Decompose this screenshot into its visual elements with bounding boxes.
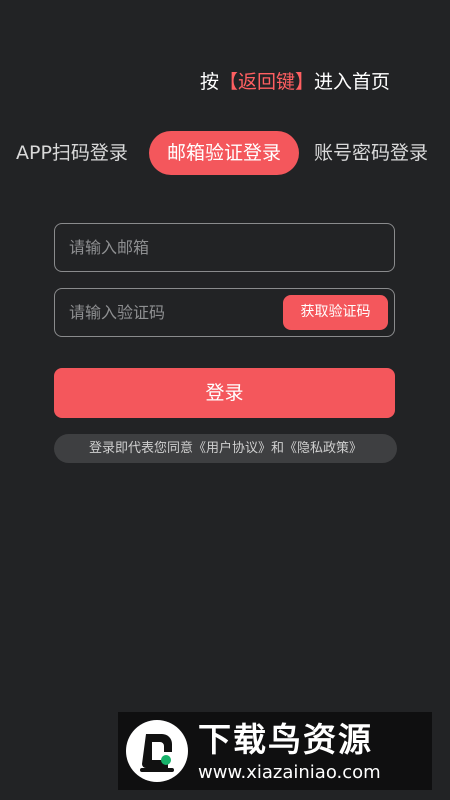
bird-logo-icon	[126, 720, 188, 782]
agreement-and: 和	[271, 441, 285, 456]
tab-email-verify-login[interactable]: 邮箱验证登录	[149, 131, 299, 175]
watermark: 下载鸟资源 www.xiazainiao.com	[118, 712, 432, 790]
agreement-notice: 登录即代表您同意《用户协议》和《隐私政策》	[54, 434, 397, 463]
hint-suffix: 进入首页	[314, 71, 391, 93]
tab-app-scan-login[interactable]: APP扫码登录	[16, 131, 128, 175]
user-agreement-link[interactable]: 《用户协议》	[193, 441, 271, 456]
email-input[interactable]	[69, 224, 269, 270]
agreement-prefix: 登录即代表您同意	[88, 441, 193, 456]
code-field-box: 获取验证码	[54, 288, 395, 337]
verification-code-input[interactable]	[69, 289, 269, 335]
hint-prefix: 按	[200, 71, 220, 93]
hint-back-key: 【返回键】	[219, 71, 315, 93]
login-method-tabs: APP扫码登录 邮箱验证登录 账号密码登录	[0, 131, 450, 175]
login-button[interactable]: 登录	[54, 368, 395, 418]
get-code-button[interactable]: 获取验证码	[283, 295, 388, 330]
back-key-hint: 按【返回键】进入首页	[200, 68, 390, 96]
tab-account-password-login[interactable]: 账号密码登录	[314, 131, 428, 175]
email-field-box	[54, 223, 395, 272]
watermark-url: www.xiazainiao.com	[198, 762, 381, 783]
privacy-policy-link[interactable]: 《隐私政策》	[284, 441, 362, 456]
watermark-title: 下载鸟资源	[198, 720, 373, 759]
